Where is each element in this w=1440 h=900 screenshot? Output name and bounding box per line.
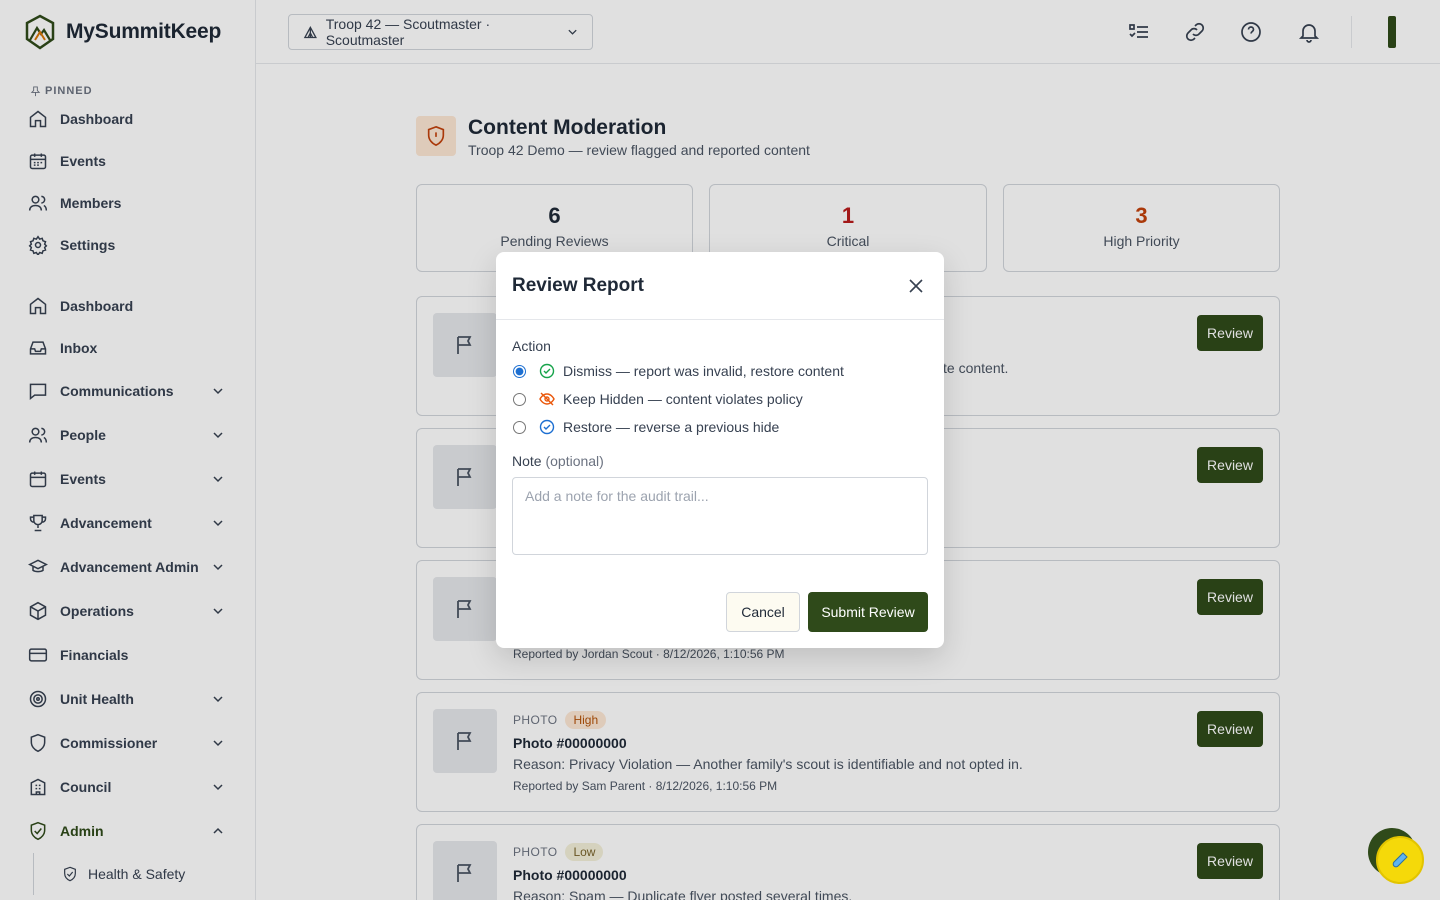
modal-title: Review Report [512,275,644,296]
submit-review-button[interactable]: Submit Review [808,592,928,632]
modal-header: Review Report [496,252,944,320]
check-circle-icon [539,419,555,435]
debug-fab-button[interactable] [1376,836,1424,884]
check-circle-icon [539,363,555,379]
modal-actions: Cancel Submit Review [726,592,928,632]
note-textarea[interactable] [512,477,928,555]
note-label: Note (optional) [512,453,604,469]
radio-dismiss[interactable] [513,364,526,378]
option-restore[interactable]: Restore — reverse a previous hide [512,413,928,441]
test-tube-icon [1392,852,1408,868]
modal-body: Action Dismiss — report was invalid, res… [496,320,944,560]
radio-keep-hidden[interactable] [513,392,526,406]
cancel-button[interactable]: Cancel [726,592,800,632]
option-dismiss[interactable]: Dismiss — report was invalid, restore co… [512,357,928,385]
option-keep-hidden[interactable]: Keep Hidden — content violates policy [512,385,928,413]
close-icon [909,279,923,293]
review-report-modal: Review Report Action Dismiss — report wa… [496,252,944,648]
eye-off-icon [539,392,555,406]
radio-restore[interactable] [513,420,526,434]
close-button[interactable] [906,276,926,296]
action-label: Action [512,338,551,354]
